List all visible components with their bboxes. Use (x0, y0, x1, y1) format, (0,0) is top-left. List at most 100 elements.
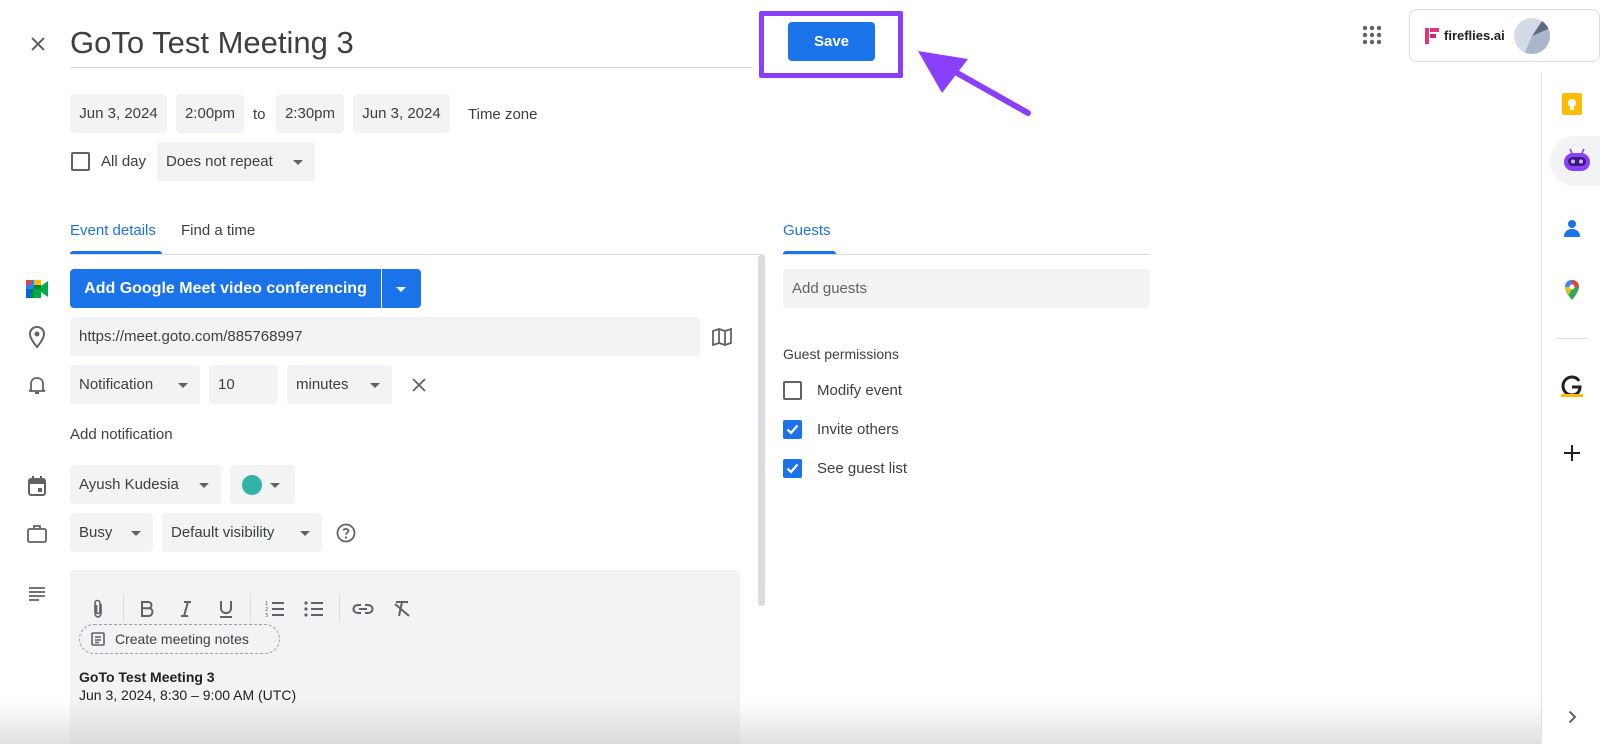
map-icon[interactable] (710, 325, 734, 349)
time-zone-button[interactable]: Time zone (468, 106, 537, 123)
end-time-chip[interactable]: 2:30pm (276, 94, 344, 133)
modify-event-checkbox[interactable] (783, 381, 802, 400)
calendar-owner-dropdown[interactable]: Ayush Kudesia (70, 465, 221, 504)
add-addon-icon[interactable] (1557, 438, 1587, 468)
all-day-label: All day (101, 153, 147, 170)
chevron-down-icon (199, 482, 209, 488)
bell-icon (25, 373, 49, 397)
to-label: to (253, 106, 266, 123)
tab-find-a-time[interactable]: Find a time (181, 222, 255, 240)
location-pin-icon (25, 325, 49, 349)
event-title-input[interactable]: GoTo Test Meeting 3 (70, 22, 753, 68)
clear-formatting-icon[interactable] (390, 597, 414, 621)
maps-icon[interactable] (1557, 275, 1587, 305)
invite-others-checkbox[interactable] (783, 420, 802, 439)
start-time: 2:00pm (184, 105, 236, 122)
fireflies-bot-button[interactable] (1550, 136, 1600, 186)
event-color-dropdown[interactable] (230, 465, 295, 504)
tab-guests-label: Guests (783, 222, 831, 239)
add-notification-link[interactable]: Add notification (70, 426, 173, 443)
grammarly-icon[interactable] (1557, 371, 1587, 401)
create-meeting-notes-button[interactable]: Create meeting notes (79, 624, 280, 654)
fireflies-logo-icon (1424, 28, 1440, 44)
briefcase-icon (25, 522, 49, 546)
underline-icon[interactable] (214, 597, 238, 621)
start-time-chip[interactable]: 2:00pm (176, 94, 244, 133)
modify-event-label: Modify event (817, 382, 903, 399)
google-meet-icon (25, 278, 49, 300)
tab-event-details-label: Event details (70, 222, 156, 239)
add-guests-input[interactable]: Add guests (783, 269, 1150, 308)
avatar[interactable] (1514, 18, 1550, 54)
see-guest-list-label: See guest list (817, 460, 908, 477)
tabs-divider (70, 254, 765, 255)
tab-event-details[interactable]: Event details (70, 222, 162, 254)
all-day-checkbox[interactable] (71, 152, 90, 171)
description-icon (25, 582, 49, 606)
remove-notification-icon[interactable] (407, 373, 431, 397)
bulleted-list-icon[interactable] (302, 597, 326, 621)
scrollbar-thumb[interactable] (758, 255, 765, 606)
start-date-chip[interactable]: Jun 3, 2024 (70, 94, 167, 133)
svg-text:3: 3 (265, 613, 268, 618)
chevron-down-icon (396, 287, 406, 292)
contacts-icon[interactable] (1557, 213, 1587, 243)
brand-name: fireflies.ai (1444, 28, 1505, 43)
side-panel-divider (1557, 338, 1587, 339)
repeat-value: Does not repeat (166, 153, 273, 170)
end-date-chip[interactable]: Jun 3, 2024 (353, 94, 450, 133)
notification-amount-input[interactable]: 10 (209, 365, 278, 404)
add-meet-button[interactable]: Add Google Meet video conferencing (70, 269, 381, 308)
chevron-down-icon (300, 530, 310, 536)
toolbar-separator (123, 594, 124, 622)
guests-tab-divider (783, 254, 1150, 255)
calendar-icon (25, 474, 49, 498)
event-title: GoTo Test Meeting 3 (70, 25, 354, 60)
location-input[interactable]: https://meet.goto.com/885768997 (70, 317, 700, 356)
apps-grid-icon[interactable] (1360, 23, 1384, 47)
notification-type-dropdown[interactable]: Notification (70, 365, 200, 404)
add-meet-button-label: Add Google Meet video conferencing (84, 279, 367, 297)
notification-type: Notification (79, 376, 154, 393)
keep-icon[interactable] (1557, 89, 1587, 119)
location-value: https://meet.goto.com/885768997 (79, 328, 303, 345)
chevron-right-icon[interactable] (1557, 702, 1587, 732)
chevron-down-icon (270, 482, 280, 488)
close-icon[interactable] (26, 32, 50, 56)
create-meeting-notes-label: Create meeting notes (115, 631, 249, 647)
help-icon[interactable] (334, 521, 358, 545)
bottom-shadow (0, 700, 1541, 744)
repeat-dropdown[interactable]: Does not repeat (157, 142, 315, 181)
numbered-list-icon[interactable]: 123 (263, 597, 287, 621)
toolbar-separator (339, 594, 340, 622)
notification-unit: minutes (296, 376, 349, 393)
chevron-down-icon (178, 382, 188, 388)
chevron-down-icon (370, 382, 380, 388)
color-swatch (242, 475, 262, 495)
attachment-icon[interactable] (86, 597, 110, 621)
visibility-dropdown[interactable]: Default visibility (162, 513, 322, 552)
add-guests-placeholder: Add guests (792, 280, 868, 297)
start-date: Jun 3, 2024 (79, 105, 158, 122)
chevron-down-icon (293, 159, 303, 165)
save-button-label: Save (813, 33, 850, 50)
end-time: 2:30pm (284, 105, 336, 122)
robot-icon (1564, 148, 1590, 171)
toolbar-separator (250, 594, 251, 622)
notification-amount: 10 (218, 376, 235, 393)
save-button[interactable]: Save (788, 22, 875, 61)
description-title: GoTo Test Meeting 3 (79, 669, 215, 685)
notification-unit-dropdown[interactable]: minutes (287, 365, 392, 404)
busy-dropdown[interactable]: Busy (70, 513, 153, 552)
fireflies-account-badge[interactable]: fireflies.ai (1409, 9, 1600, 62)
bold-icon[interactable] (135, 597, 159, 621)
meet-options-button[interactable] (382, 269, 421, 308)
link-icon[interactable] (351, 597, 375, 621)
end-date: Jun 3, 2024 (362, 105, 441, 122)
tab-find-a-time-label: Find a time (181, 222, 256, 239)
notes-icon (91, 632, 105, 646)
tab-guests[interactable]: Guests (783, 222, 836, 254)
calendar-owner: Ayush Kudesia (79, 476, 179, 493)
italic-icon[interactable] (174, 597, 198, 621)
see-guest-list-checkbox[interactable] (783, 459, 802, 478)
